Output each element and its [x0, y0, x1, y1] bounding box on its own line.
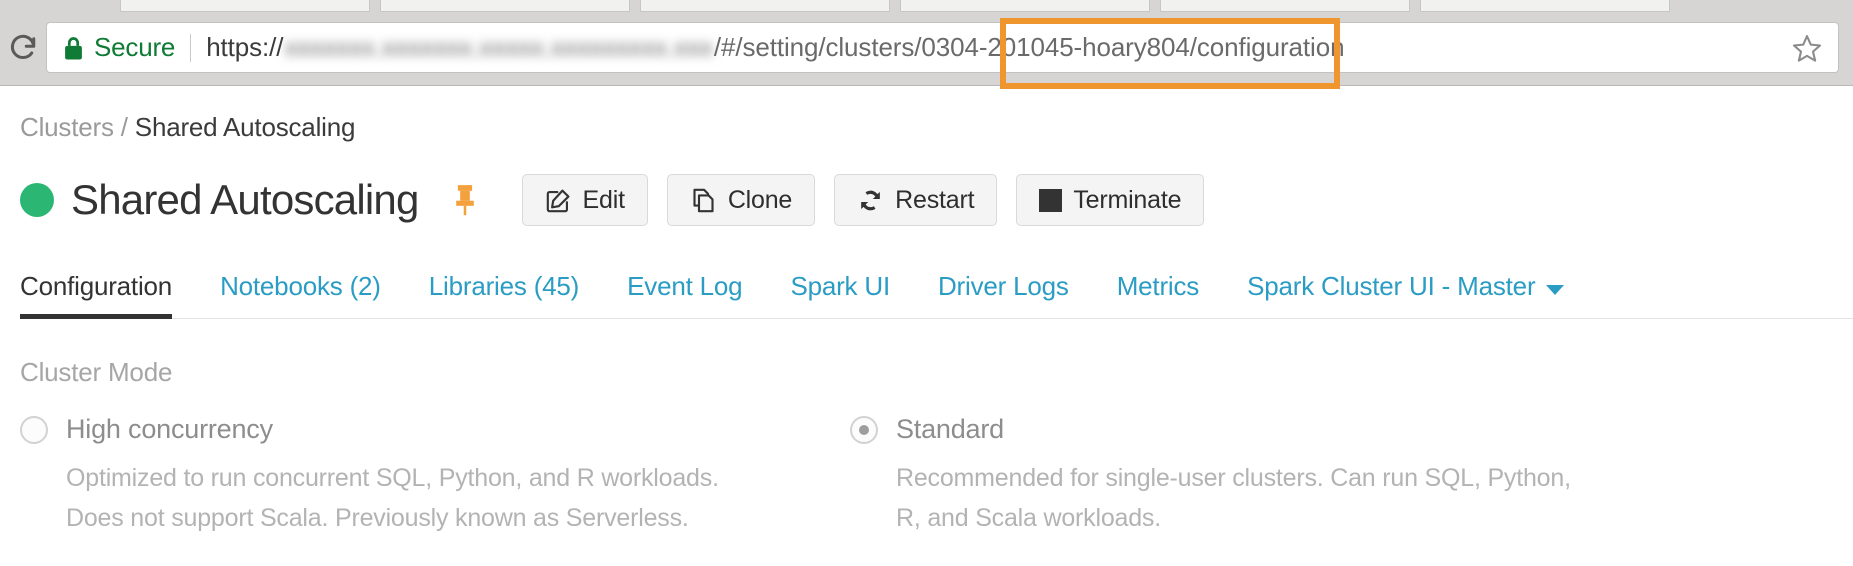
cluster-mode-option-high-concurrency: High concurrency Optimized to run concur…	[20, 414, 820, 538]
cluster-mode-label: Cluster Mode	[20, 357, 1853, 388]
restart-button[interactable]: Restart	[834, 174, 997, 226]
edit-pencil-icon	[545, 187, 572, 214]
radio-standard[interactable]: Standard	[850, 414, 1650, 445]
radio-high-concurrency-description: Optimized to run concurrent SQL, Python,…	[66, 458, 766, 538]
tab-libraries[interactable]: Libraries (45)	[429, 271, 579, 318]
url-path-suffix: /configuration	[1190, 32, 1345, 63]
terminate-button-label: Terminate	[1073, 186, 1181, 215]
tab-metrics-label: Metrics	[1117, 271, 1199, 302]
tab-driver-logs[interactable]: Driver Logs	[938, 271, 1069, 318]
tab-metrics[interactable]: Metrics	[1117, 271, 1199, 318]
secure-label: Secure	[94, 32, 175, 63]
status-indicator-dot	[20, 183, 54, 217]
radio-high-concurrency[interactable]: High concurrency	[20, 414, 820, 445]
tab-spark-ui[interactable]: Spark UI	[790, 271, 890, 318]
star-icon[interactable]	[1774, 33, 1822, 63]
omnibox-divider	[190, 34, 191, 62]
cluster-actions: Edit Clone Restart	[522, 174, 1205, 226]
url-cluster-id: 0304-201045-hoary804	[921, 32, 1189, 63]
pin-icon[interactable]	[453, 183, 477, 217]
tab-event-log-label: Event Log	[627, 271, 742, 302]
tab-configuration-label: Configuration	[20, 271, 172, 302]
edit-button[interactable]: Edit	[522, 174, 648, 226]
tab-spark-ui-label: Spark UI	[790, 271, 890, 302]
breadcrumb-clusters-link[interactable]: Clusters	[20, 112, 114, 142]
lock-icon	[63, 35, 84, 61]
url-path-prefix: /#/setting/clusters/	[714, 32, 922, 63]
stop-square-icon	[1039, 189, 1062, 212]
url-text: https://xxxxxxx.xxxxxxx.xxxxx.xxxxxxxxx.…	[206, 32, 1344, 63]
tab-event-log[interactable]: Event Log	[627, 271, 742, 318]
clone-button[interactable]: Clone	[667, 174, 815, 226]
breadcrumb-current: Shared Autoscaling	[135, 112, 355, 142]
radio-button-checked-icon[interactable]	[850, 416, 878, 444]
copy-icon	[690, 187, 717, 214]
url-scheme: https://	[206, 32, 283, 63]
reload-icon[interactable]	[0, 33, 46, 63]
refresh-icon	[857, 187, 884, 214]
breadcrumb: Clusters/Shared Autoscaling	[20, 86, 1853, 143]
clone-button-label: Clone	[728, 186, 792, 215]
tab-spark-cluster-ui-master[interactable]: Spark Cluster UI - Master	[1247, 271, 1564, 318]
tab-notebooks-label: Notebooks (2)	[220, 271, 381, 302]
page-content: Clusters/Shared Autoscaling Shared Autos…	[0, 86, 1853, 538]
radio-standard-description: Recommended for single-user clusters. Ca…	[896, 458, 1596, 538]
cluster-mode-options: High concurrency Optimized to run concur…	[20, 414, 1853, 538]
terminate-button[interactable]: Terminate	[1016, 174, 1204, 226]
cluster-tabs: Configuration Notebooks (2) Libraries (4…	[20, 257, 1853, 319]
radio-standard-label: Standard	[896, 414, 1004, 445]
browser-chrome: Secure https://xxxxxxx.xxxxxxx.xxxxx.xxx…	[0, 0, 1853, 86]
address-bar[interactable]: Secure https://xxxxxxx.xxxxxxx.xxxxx.xxx…	[46, 22, 1839, 73]
cluster-mode-option-standard: Standard Recommended for single-user clu…	[850, 414, 1650, 538]
omnibar-row: Secure https://xxxxxxx.xxxxxxx.xxxxx.xxx…	[0, 9, 1853, 86]
breadcrumb-separator: /	[121, 112, 128, 142]
cluster-mode-section: Cluster Mode High concurrency Optimized …	[20, 357, 1853, 538]
edit-button-label: Edit	[583, 186, 625, 215]
cluster-header: Shared Autoscaling Edit	[20, 171, 1853, 229]
page-title: Shared Autoscaling	[71, 176, 419, 224]
browser-tabstrip	[0, 0, 1853, 9]
radio-button-unchecked-icon[interactable]	[20, 416, 48, 444]
radio-high-concurrency-label: High concurrency	[66, 414, 273, 445]
url-domain-redacted: xxxxxxx.xxxxxxx.xxxxx.xxxxxxxxx.xxx	[284, 32, 712, 63]
chevron-down-icon	[1546, 285, 1564, 295]
tab-notebooks[interactable]: Notebooks (2)	[220, 271, 381, 318]
tab-configuration[interactable]: Configuration	[20, 271, 172, 318]
tab-spark-cluster-ui-master-label: Spark Cluster UI - Master	[1247, 271, 1535, 302]
tab-driver-logs-label: Driver Logs	[938, 271, 1069, 302]
tab-libraries-label: Libraries (45)	[429, 271, 579, 302]
restart-button-label: Restart	[895, 186, 974, 215]
